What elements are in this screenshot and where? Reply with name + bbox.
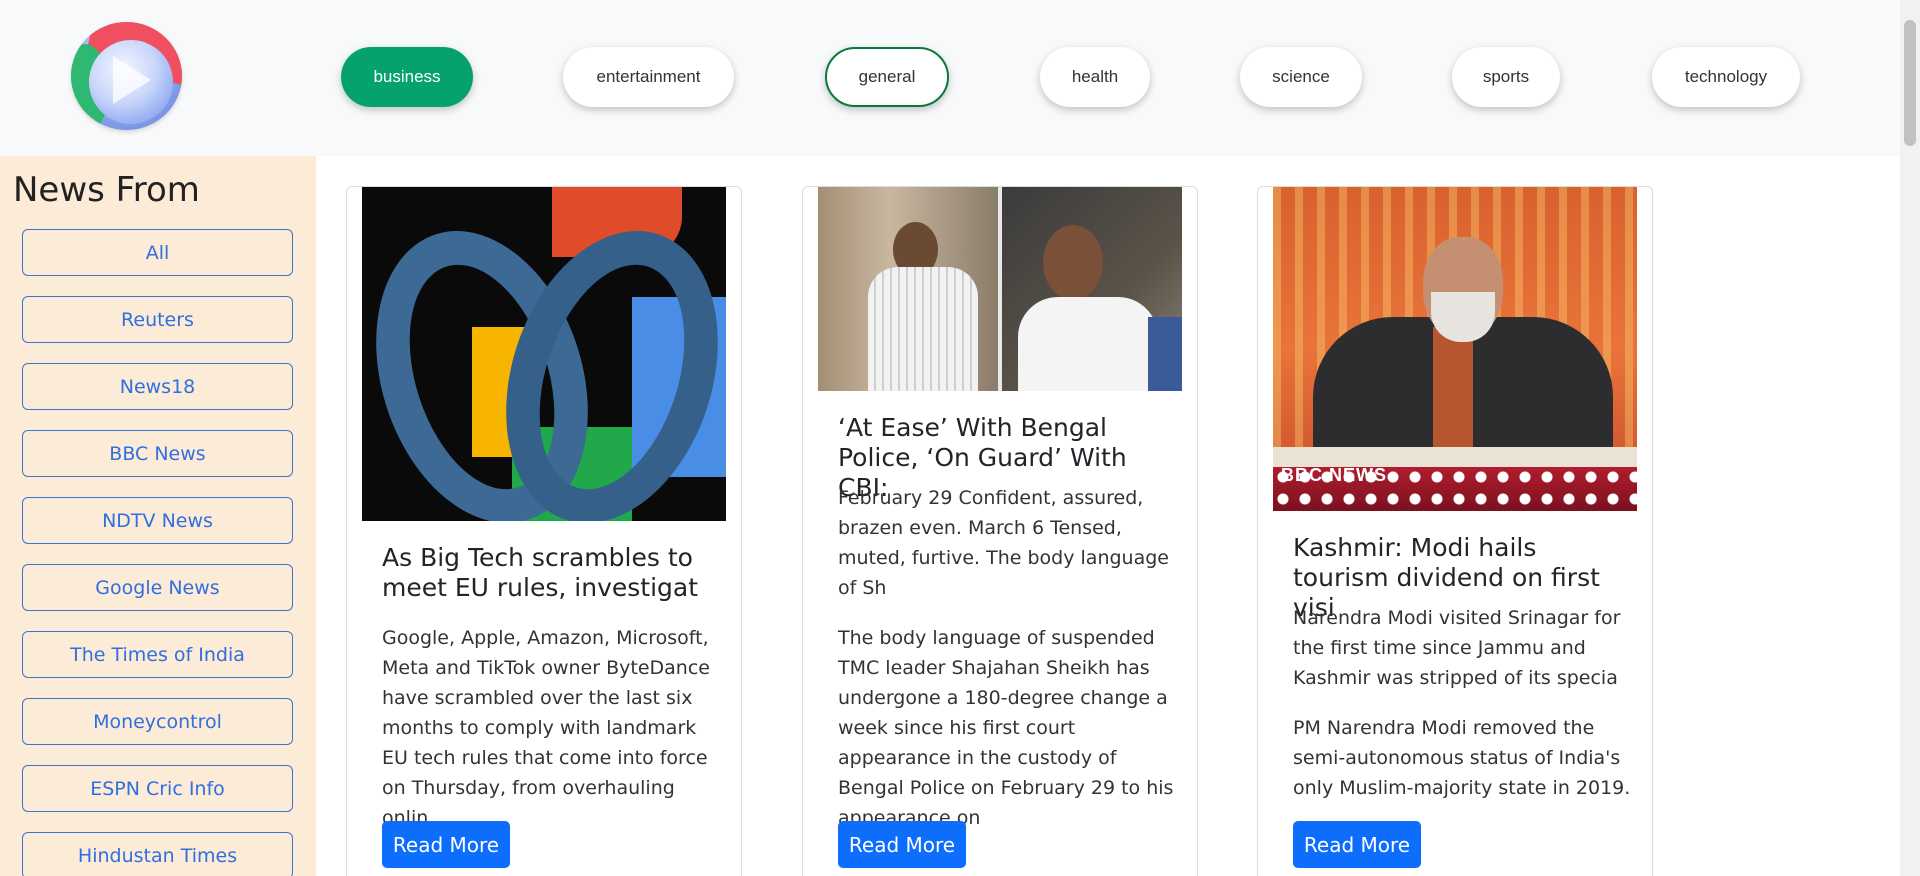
news-card-title: As Big Tech scrambles to meet EU rules, … xyxy=(382,543,699,602)
news-card: As Big Tech scrambles to meet EU rules, … xyxy=(346,186,742,876)
news-card-content: The body language of suspended TMC leade… xyxy=(838,627,1174,829)
category-entertainment[interactable]: entertainment xyxy=(563,47,734,107)
news-card: ‘At Ease’ With Bengal Police, ‘On Guard’… xyxy=(802,186,1198,876)
category-sports[interactable]: sports xyxy=(1452,47,1560,107)
source-ndtv-news[interactable]: NDTV News xyxy=(22,497,293,544)
bbc-news-watermark: BBC NEWS xyxy=(1281,465,1387,485)
news-card-content: PM Narendra Modi removed the semi-autono… xyxy=(1293,717,1631,799)
source-reuters[interactable]: Reuters xyxy=(22,296,293,343)
source-bbc-news[interactable]: BBC News xyxy=(22,430,293,477)
image-shape xyxy=(1018,297,1158,391)
category-health[interactable]: health xyxy=(1040,47,1150,107)
scrollbar-thumb[interactable] xyxy=(1904,20,1916,146)
read-more-button[interactable]: Read More xyxy=(382,821,510,868)
news-card-description: Narendra Modi visited Srinagar for the f… xyxy=(1293,607,1621,689)
image-shape xyxy=(868,267,978,391)
app-logo-icon[interactable] xyxy=(71,22,182,130)
read-more-button[interactable]: Read More xyxy=(838,821,966,868)
page-scrollbar[interactable] xyxy=(1900,0,1920,876)
top-navbar: business entertainment general health sc… xyxy=(0,0,1900,156)
news-card-description: Google, Apple, Amazon, Microsoft, Meta a… xyxy=(382,627,710,829)
image-shape xyxy=(1148,317,1182,391)
news-card-description: February 29 Confident, assured, brazen e… xyxy=(838,487,1169,599)
news-card-image: BBC NEWS xyxy=(1273,187,1637,511)
source-moneycontrol[interactable]: Moneycontrol xyxy=(22,698,293,745)
sources-sidebar: News From All Reuters News18 BBC News ND… xyxy=(0,156,316,876)
category-general[interactable]: general xyxy=(825,47,949,107)
news-card-image xyxy=(362,187,726,521)
category-business[interactable]: business xyxy=(341,47,473,107)
source-all[interactable]: All xyxy=(22,229,293,276)
image-shape xyxy=(1043,225,1103,300)
source-espn-cric-info[interactable]: ESPN Cric Info xyxy=(22,765,293,812)
news-card: BBC NEWS Kashmir: Modi hails tourism div… xyxy=(1257,186,1653,876)
read-more-button[interactable]: Read More xyxy=(1293,821,1421,868)
source-hindustan-times[interactable]: Hindustan Times xyxy=(22,832,293,876)
logo-play-icon xyxy=(113,56,151,104)
news-card-image xyxy=(818,187,1182,391)
source-times-of-india[interactable]: The Times of India xyxy=(22,631,293,678)
category-science[interactable]: science xyxy=(1240,47,1362,107)
source-google-news[interactable]: Google News xyxy=(22,564,293,611)
category-technology[interactable]: technology xyxy=(1652,47,1800,107)
source-news18[interactable]: News18 xyxy=(22,363,293,410)
sidebar-title: News From xyxy=(13,170,200,210)
